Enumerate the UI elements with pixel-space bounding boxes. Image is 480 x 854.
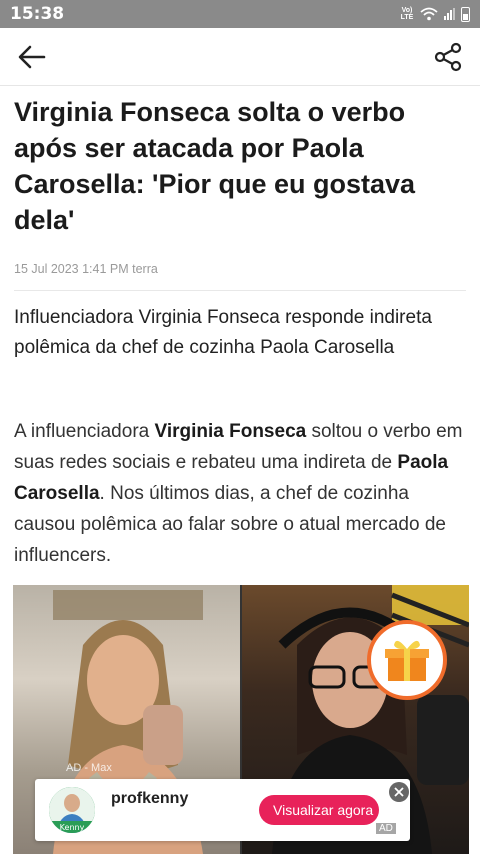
- article-meta: 15 Jul 2023 1:41 PM terra: [14, 262, 158, 276]
- app-bar: [0, 28, 480, 86]
- ad-banner[interactable]: Kenny profkenny Visualizar agora: [35, 779, 410, 841]
- close-icon: [394, 787, 404, 797]
- article-headline: Virginia Fonseca solta o verbo após ser …: [14, 97, 416, 235]
- wifi-icon: [420, 7, 438, 21]
- gift-button[interactable]: [367, 620, 447, 700]
- battery-icon: [461, 6, 470, 22]
- divider: [14, 290, 466, 291]
- volte-icon: Vo) LTE: [400, 7, 414, 21]
- avatar-label: Kenny: [60, 823, 85, 832]
- body-text-1: A influenciadora: [14, 421, 155, 442]
- signal-icon: [444, 8, 455, 20]
- photo-watermark: AD - Max: [66, 762, 112, 774]
- back-button[interactable]: [16, 42, 48, 72]
- ad-close-button[interactable]: [389, 782, 409, 802]
- avatar-image: Kenny: [49, 787, 95, 833]
- ad-badge: AD: [376, 823, 396, 834]
- body-bold-virginia: Virginia Fonseca: [154, 421, 307, 442]
- ad-cta-button[interactable]: Visualizar agora: [259, 795, 379, 825]
- ad-avatar: Kenny: [47, 785, 97, 835]
- article-body: A influenciadora Virginia Fonseca soltou…: [14, 416, 466, 571]
- status-time: 15:38: [10, 4, 65, 24]
- share-button[interactable]: [432, 41, 464, 73]
- arrow-left-icon: [18, 45, 46, 69]
- status-bar: 15:38 Vo) LTE: [0, 0, 480, 28]
- ad-name: profkenny: [111, 790, 189, 807]
- share-icon: [434, 42, 462, 72]
- gift-icon: [385, 640, 429, 681]
- status-icons: Vo) LTE: [400, 6, 470, 22]
- article-subtitle: Influenciadora Virginia Fonseca responde…: [14, 307, 432, 358]
